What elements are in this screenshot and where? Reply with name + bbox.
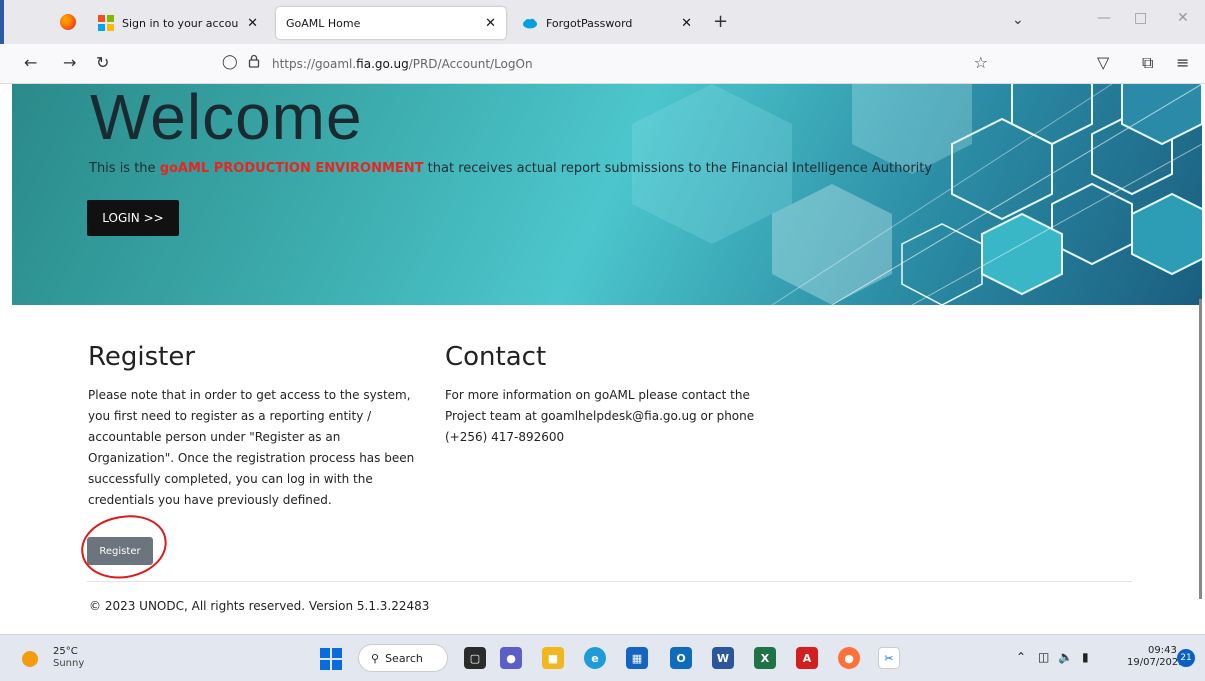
tagline-suffix: that receives actual report submissions … xyxy=(423,161,933,176)
tab-title: GoAML Home xyxy=(286,16,361,30)
microsoft-icon xyxy=(98,15,114,31)
file-explorer-icon[interactable]: ■ xyxy=(542,647,564,669)
forward-icon[interactable]: → xyxy=(63,53,76,72)
battery-icon[interactable]: ▮ xyxy=(1082,650,1089,664)
red-circle-annotation xyxy=(77,510,171,584)
close-tab-icon[interactable]: ✕ xyxy=(681,16,692,31)
url-text[interactable]: https://goaml.fia.go.ug/PRD/Account/LogO… xyxy=(272,57,533,71)
lock-icon[interactable] xyxy=(248,54,260,72)
register-text: Please note that in order to get access … xyxy=(88,388,415,507)
task-view-icon[interactable]: ▢ xyxy=(464,647,486,669)
back-icon[interactable]: ← xyxy=(24,53,37,72)
firefox-icon[interactable] xyxy=(60,14,76,30)
tab-sign-in[interactable]: Sign in to your account ✕ xyxy=(88,7,268,39)
page-scrollbar[interactable] xyxy=(1199,299,1202,599)
close-tab-icon[interactable]: ✕ xyxy=(485,16,496,31)
url-path: /PRD/Account/LogOn xyxy=(408,57,533,71)
weather-condition[interactable]: Sunny xyxy=(53,658,84,669)
store-icon[interactable]: ▦ xyxy=(626,647,648,669)
excel-icon[interactable]: X xyxy=(754,647,776,669)
tab-title: Sign in to your account xyxy=(122,16,240,30)
login-button[interactable]: LOGIN >> xyxy=(87,200,179,236)
clock-time[interactable]: 09:43 xyxy=(1148,645,1177,656)
page-content: Welcome This is the goAML PRODUCTION ENV… xyxy=(12,84,1202,634)
contact-text: For more information on goAML please con… xyxy=(445,388,755,444)
divider xyxy=(87,581,1132,582)
close-window-icon[interactable]: ✕ xyxy=(1177,10,1189,26)
minimize-icon[interactable]: — xyxy=(1097,10,1111,26)
taskbar-search[interactable]: ⚲ Search xyxy=(358,644,448,672)
tagline-highlight: goAML PRODUCTION ENVIRONMENT xyxy=(159,161,424,176)
url-bar[interactable]: ◯ https://goaml.fia.go.ug/PRD/Account/Lo… xyxy=(216,50,1006,78)
tab-title: ForgotPassword xyxy=(546,16,633,30)
register-heading: Register xyxy=(88,342,196,372)
maximize-icon[interactable]: □ xyxy=(1134,10,1147,26)
environment-tagline: This is the goAML PRODUCTION ENVIRONMENT… xyxy=(89,161,932,176)
salesforce-cloud-icon xyxy=(522,15,538,31)
chevron-up-icon[interactable]: ⌃ xyxy=(1016,650,1026,664)
contact-heading: Contact xyxy=(445,342,547,372)
firefox-taskbar-icon[interactable]: ● xyxy=(838,647,860,669)
url-prefix: https://goaml. xyxy=(272,57,357,71)
weather-temperature[interactable]: 25°C xyxy=(53,646,78,657)
network-icon[interactable]: ◫ xyxy=(1038,650,1049,664)
window-edge xyxy=(0,0,4,44)
hero-banner: Welcome This is the goAML PRODUCTION ENV… xyxy=(12,84,1202,305)
pocket-icon[interactable]: ▽ xyxy=(1097,53,1109,72)
search-label: Search xyxy=(385,651,423,665)
volume-icon[interactable]: 🔈 xyxy=(1058,650,1073,664)
acrobat-icon[interactable]: A xyxy=(796,647,818,669)
edge-icon[interactable]: e xyxy=(584,647,606,669)
close-tab-icon[interactable]: ✕ xyxy=(247,16,258,31)
word-icon[interactable]: W xyxy=(712,647,734,669)
reload-icon[interactable]: ↻ xyxy=(96,53,109,72)
chevron-down-icon[interactable]: ⌄ xyxy=(1012,12,1024,28)
browser-toolbar: ← → ↻ ◯ https://goaml.fia.go.ug/PRD/Acco… xyxy=(0,44,1205,84)
menu-icon[interactable]: ≡ xyxy=(1176,53,1189,72)
notification-badge[interactable]: 21 xyxy=(1177,649,1195,667)
url-domain: fia.go.ug xyxy=(356,57,409,71)
outlook-icon[interactable]: O xyxy=(670,647,692,669)
welcome-heading: Welcome xyxy=(90,84,363,153)
windows-start-icon[interactable] xyxy=(320,648,342,670)
windows-taskbar: 25°C Sunny ⚲ Search ▢ ● ■ e ▦ O W X A ● ✂… xyxy=(0,634,1205,681)
tab-forgot-password[interactable]: ForgotPassword ✕ xyxy=(512,7,702,39)
browser-tab-bar: Sign in to your account ✕ GoAML Home ✕ F… xyxy=(0,0,1205,44)
snipping-tool-icon[interactable]: ✂ xyxy=(878,647,900,669)
footer-text: © 2023 UNODC, All rights reserved. Versi… xyxy=(89,599,430,613)
teams-chat-icon[interactable]: ● xyxy=(500,647,522,669)
new-tab-button[interactable]: + xyxy=(713,11,728,32)
sun-icon[interactable] xyxy=(22,651,38,667)
clock-date[interactable]: 19/07/2023 xyxy=(1127,657,1185,668)
share-icon[interactable]: ⧉ xyxy=(1142,53,1153,73)
tagline-prefix: This is the xyxy=(89,161,160,176)
tracking-shield-icon[interactable]: ◯ xyxy=(222,54,238,70)
bookmark-star-icon[interactable]: ☆ xyxy=(974,53,988,72)
search-icon: ⚲ xyxy=(371,651,380,665)
tab-goaml-home[interactable]: GoAML Home ✕ xyxy=(276,7,506,39)
